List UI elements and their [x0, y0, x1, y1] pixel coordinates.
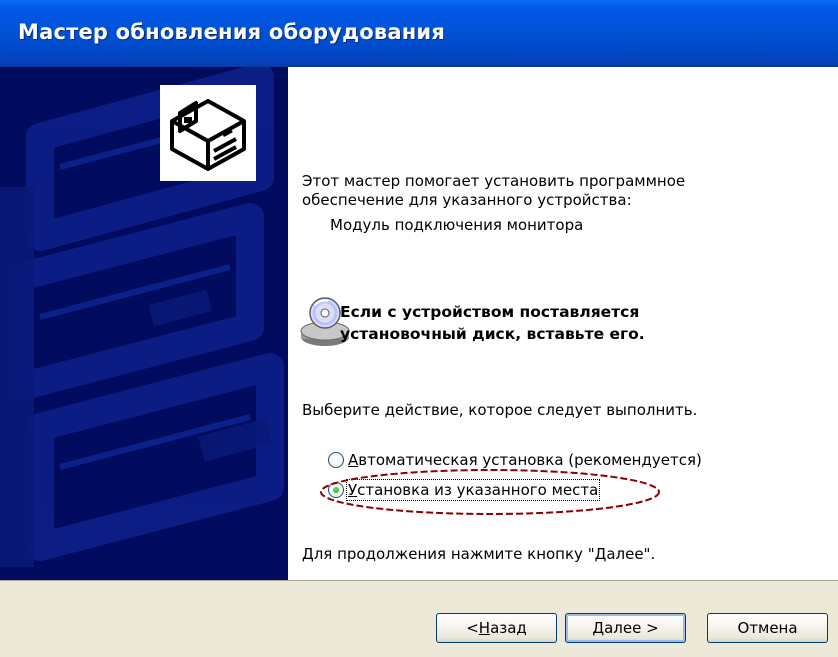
- continue-instruction: Для продолжения нажмите кнопку "Далее".: [302, 545, 656, 563]
- radio-install-from-location-label[interactable]: Установка из указанного места: [345, 479, 601, 501]
- label-text: втоматическая установка (рекомендуется): [358, 451, 702, 469]
- hotkey-letter: У: [348, 481, 358, 499]
- choose-action-text: Выберите действие, которое следует выпол…: [302, 401, 698, 419]
- radio-auto-install-label[interactable]: Автоматическая установка (рекомендуется): [348, 451, 702, 469]
- radio-button-icon[interactable]: [328, 452, 344, 468]
- radio-button-selected-icon[interactable]: [328, 482, 344, 498]
- device-name: Модуль подключения монитора: [330, 216, 584, 234]
- wizard-side-panel: [0, 67, 288, 580]
- insert-disk-note: Если с устройством поставляется установо…: [340, 301, 760, 345]
- back-prefix: <: [466, 619, 479, 637]
- hotkey-letter: А: [348, 451, 359, 469]
- title-bar[interactable]: Мастер обновления оборудования: [0, 0, 838, 67]
- intro-line-1: Этот мастер помогает установить программ…: [302, 172, 686, 190]
- cancel-button[interactable]: Отмена: [707, 613, 828, 643]
- wizard-main: Этот мастер помогает установить программ…: [288, 67, 838, 580]
- next-button[interactable]: Далее >: [565, 613, 686, 643]
- note-line-2: установочный диск, вставьте его.: [340, 325, 645, 343]
- back-button[interactable]: < Назад: [436, 613, 557, 643]
- next-hotkey: Д: [592, 619, 605, 637]
- window-title: Мастер обновления оборудования: [18, 20, 446, 44]
- radio-auto-install[interactable]: Автоматическая установка (рекомендуется): [328, 449, 702, 471]
- radio-install-from-location[interactable]: Установка из указанного места: [328, 479, 601, 501]
- intro-line-2: обеспечение для указанного устройства:: [302, 191, 632, 209]
- note-line-1: Если с устройством поставляется: [340, 303, 640, 321]
- wizard-window: Мастер обновления оборудования Этот маст…: [0, 0, 838, 657]
- label-text: становка из указанного места: [357, 481, 599, 499]
- back-hotkey: Н: [478, 619, 491, 637]
- hardware-card-icon: [170, 99, 246, 171]
- wizard-content: Этот мастер помогает установить программ…: [0, 67, 838, 580]
- wizard-button-bar: < Назад Далее > Отмена: [0, 580, 838, 657]
- back-label: азад: [490, 619, 527, 637]
- intro-text: Этот мастер помогает установить программ…: [302, 172, 772, 210]
- hardware-icon-frame: [160, 85, 256, 181]
- next-label: алее >: [604, 619, 659, 637]
